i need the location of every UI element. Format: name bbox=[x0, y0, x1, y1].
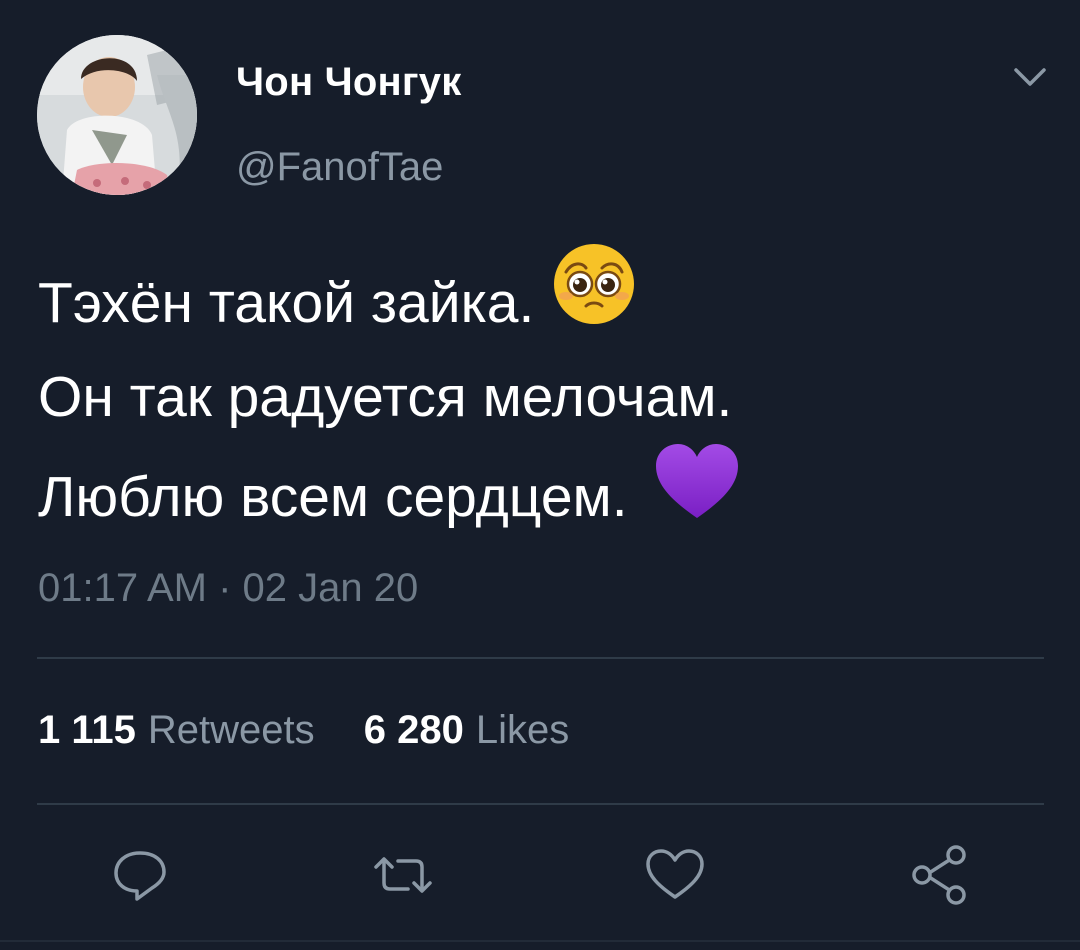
retweet-icon bbox=[374, 857, 432, 893]
tweet-line-text: Он так радуется мелочам. bbox=[38, 365, 733, 429]
tweet-actions bbox=[0, 830, 1080, 920]
pleading-face-emoji bbox=[552, 242, 636, 356]
tweet-body: Тэхён такой зайка. Он так радуется мелоч… bbox=[38, 244, 1048, 544]
likes-stat[interactable]: 6 280 Likes bbox=[364, 708, 570, 753]
retweets-count: 1 115 bbox=[38, 708, 136, 752]
like-button[interactable] bbox=[630, 830, 720, 920]
tweet-line: Люблю всем сердцем. bbox=[38, 444, 1048, 544]
chevron-down-icon[interactable] bbox=[1010, 62, 1050, 92]
divider bbox=[37, 803, 1044, 805]
likes-count: 6 280 bbox=[363, 708, 464, 752]
reply-icon bbox=[114, 851, 166, 901]
author-display-name[interactable]: Чон Чонгук bbox=[236, 60, 461, 105]
tweet-line: Он так радуется мелочам. bbox=[38, 348, 1048, 446]
divider bbox=[0, 940, 1080, 942]
share-icon bbox=[912, 845, 966, 905]
avatar-photo bbox=[37, 35, 197, 195]
tweet-line-text: Люблю всем сердцем. bbox=[38, 465, 628, 530]
heart-icon bbox=[646, 849, 704, 899]
retweets-label: Retweets bbox=[147, 708, 315, 752]
author-avatar[interactable] bbox=[37, 35, 197, 195]
author-handle[interactable]: @FanofTae bbox=[236, 145, 443, 190]
tweet-line-text: Тэхён такой зайка. bbox=[38, 271, 535, 336]
retweets-stat[interactable]: 1 115 Retweets bbox=[38, 708, 315, 753]
share-button[interactable] bbox=[895, 830, 985, 920]
divider bbox=[37, 657, 1044, 659]
reply-button[interactable] bbox=[95, 830, 185, 920]
tweet-stats: 1 115 Retweets 6 280 Likes bbox=[38, 708, 569, 753]
retweet-button[interactable] bbox=[358, 830, 448, 920]
tweet-header: Чон Чонгук @FanofTae bbox=[0, 0, 1080, 220]
purple-heart-emoji bbox=[654, 442, 740, 552]
tweet-line: Тэхён такой зайка. bbox=[38, 244, 1048, 348]
tweet-timestamp[interactable]: 01:17 AM · 02 Jan 20 bbox=[38, 566, 418, 611]
likes-label: Likes bbox=[475, 708, 570, 752]
